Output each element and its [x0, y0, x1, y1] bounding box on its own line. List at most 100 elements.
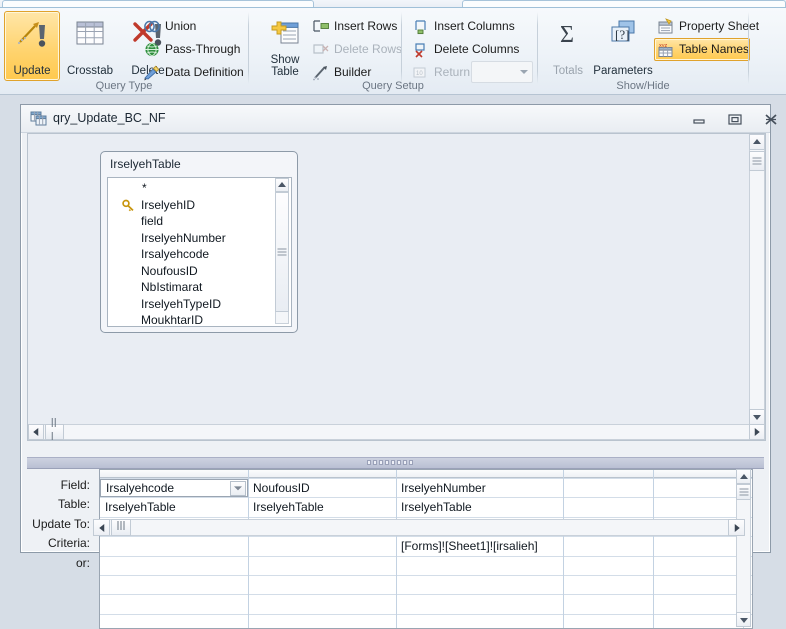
scroll-grip-icon — [752, 156, 762, 167]
grid-row-divider — [100, 613, 752, 615]
scroll-grip-icon — [739, 487, 748, 498]
field-list-item-label: * — [142, 181, 147, 195]
table-names-icon: xyz — [657, 41, 675, 58]
document-title: qry_Update_BC_NF — [53, 111, 166, 125]
svg-text:[?]: [?] — [615, 27, 629, 42]
query-type-group-title: Query Type — [95, 80, 153, 92]
diagram-hscroll-thumb[interactable] — [45, 418, 64, 440]
crosstab-query-button[interactable]: Crosstab — [62, 11, 118, 81]
field-list-item-label: MoukhtarID — [141, 313, 204, 327]
delete-rows-item: Delete Rows — [309, 38, 403, 61]
field-list-window[interactable]: IrselyehTable * IrselyehID field IrselyehNu… — [100, 151, 298, 333]
grid-cell-field[interactable]: NoufousID — [249, 481, 394, 496]
table-names-item[interactable]: xyz Table Names — [654, 38, 751, 61]
diagram-scroll-left-button[interactable] — [28, 424, 44, 440]
grid-cell-table[interactable]: IrselyehTable — [249, 500, 394, 515]
ribbon-group-query-setup: Show Table Insert Rows Delete Rows Build… — [249, 8, 537, 94]
diagram-scroll-right-button[interactable] — [749, 424, 765, 440]
insert-columns-icon — [412, 18, 430, 35]
field-list-item-label: IrselyehID — [141, 197, 196, 212]
diagram-vscrollbar[interactable] — [749, 134, 765, 425]
pane-splitter[interactable] — [27, 457, 764, 469]
field-list-item[interactable]: Irsalyehcode — [108, 246, 291, 263]
diagram-hscrollbar[interactable] — [28, 418, 765, 440]
ribbon: Update Crosstab Delete Union Pass-Throug… — [0, 8, 786, 95]
query-document-window: qry_Update_BC_NF IrselyehTable * Irselye… — [20, 104, 777, 629]
grid-scroll-up-button[interactable] — [736, 469, 751, 484]
group-separator-inner — [401, 12, 402, 84]
scroll-grip-icon — [277, 247, 287, 258]
field-list-scroll-up-button[interactable] — [275, 178, 289, 192]
field-list-item-label: IrselyehNumber — [141, 230, 226, 245]
ribbon-tab-strip — [0, 0, 786, 9]
chevron-right-icon — [754, 428, 760, 436]
field-list-item[interactable]: IrselyehNumber — [108, 230, 291, 247]
grid-vscrollbar[interactable] — [736, 469, 751, 627]
field-list-item[interactable]: field — [108, 213, 291, 230]
pass-through-query-item[interactable]: Pass-Through — [140, 38, 241, 61]
grid-scroll-left-button[interactable] — [93, 519, 110, 536]
return-rows-icon: 10 — [412, 64, 430, 81]
parameters-button[interactable]: [?] Parameters — [588, 11, 658, 81]
union-query-icon — [143, 18, 161, 35]
grid-column-selector-bar[interactable] — [100, 470, 752, 478]
field-list-scroll-thumb[interactable] — [275, 192, 289, 312]
union-query-item[interactable]: Union — [140, 15, 197, 38]
grid-cell-table[interactable]: IrselyehTable — [397, 500, 561, 515]
grid-hscroll-thumb[interactable] — [111, 519, 131, 536]
grid-scroll-down-button[interactable] — [736, 612, 751, 627]
grid-scroll-right-button[interactable] — [728, 519, 745, 536]
field-list-item[interactable]: IrselyehID — [108, 197, 291, 214]
delete-columns-item[interactable]: Delete Columns — [409, 38, 520, 61]
field-list-item[interactable]: * — [108, 180, 291, 197]
union-query-label: Union — [165, 19, 197, 33]
builder-icon — [312, 64, 330, 81]
svg-text:Σ: Σ — [560, 22, 574, 48]
field-combo-dropdown-button[interactable] — [230, 480, 246, 496]
update-query-button[interactable]: Update — [4, 11, 60, 81]
chevron-up-icon — [753, 139, 761, 144]
totals-label: Totals — [552, 65, 584, 77]
show-table-button[interactable]: Show Table — [257, 11, 313, 81]
insert-columns-item[interactable]: Insert Columns — [409, 15, 516, 38]
field-list-item[interactable]: NoufousID — [108, 263, 291, 280]
grid-vscroll-thumb[interactable] — [736, 484, 751, 500]
query-setup-group-title: Query Setup — [362, 80, 424, 92]
minimize-button[interactable] — [688, 111, 710, 127]
field-list-item[interactable]: IrselyehTypeID — [108, 296, 291, 313]
restore-button[interactable] — [724, 111, 746, 127]
chevron-down-icon — [520, 70, 528, 74]
ribbon-group-query-type: Update Crosstab Delete Union Pass-Throug… — [0, 8, 248, 94]
insert-rows-icon — [312, 18, 330, 35]
field-list-item[interactable]: MoukhtarID — [108, 312, 291, 327]
diagram-scroll-down-button[interactable] — [749, 409, 765, 425]
field-list-item-label: NoufousID — [141, 263, 198, 278]
grid-row-divider — [100, 594, 752, 596]
query-design-grid[interactable]: Irsalyehcode IrselyehTable [Forms]![Sheet1… — [99, 469, 753, 629]
property-sheet-icon — [657, 18, 675, 35]
table-diagram-pane: IrselyehTable * IrselyehID field IrselyehNu… — [27, 133, 766, 441]
grid-cell-table[interactable]: IrselyehTable — [101, 500, 246, 515]
field-list-item-label: IrselyehTypeID — [141, 296, 222, 311]
totals-sigma-icon: Σ — [551, 18, 585, 50]
grid-cell-field[interactable]: Irsalyehcode — [102, 481, 228, 496]
insert-rows-item[interactable]: Insert Rows — [309, 15, 398, 38]
field-list-vscrollbar[interactable] — [275, 178, 289, 324]
field-list-item-label: NbIstimarat — [141, 280, 203, 294]
splitter-grip-icon — [366, 460, 425, 465]
grid-cell-field[interactable]: IrselyehNumber — [397, 481, 561, 496]
delete-rows-label: Delete Rows — [334, 42, 403, 56]
diagram-scroll-up-button[interactable] — [749, 134, 765, 150]
close-button[interactable] — [760, 111, 782, 127]
property-sheet-item[interactable]: Property Sheet — [654, 15, 760, 38]
delete-rows-icon — [312, 41, 330, 58]
grid-cell-criteria[interactable]: [Forms]![Sheet1]![irsalieh] — [397, 539, 561, 554]
diagram-vscroll-thumb[interactable] — [749, 151, 765, 171]
grid-row-divider — [100, 497, 752, 499]
chevron-down-icon — [739, 617, 748, 623]
grid-hscrollbar[interactable] — [93, 519, 745, 536]
document-title-bar[interactable]: qry_Update_BC_NF — [21, 105, 777, 133]
field-list[interactable]: * IrselyehID field IrselyehNumber Irsalyehco… — [107, 177, 292, 327]
primary-key-icon — [122, 199, 135, 212]
field-list-item[interactable]: NbIstimarat — [108, 279, 291, 296]
